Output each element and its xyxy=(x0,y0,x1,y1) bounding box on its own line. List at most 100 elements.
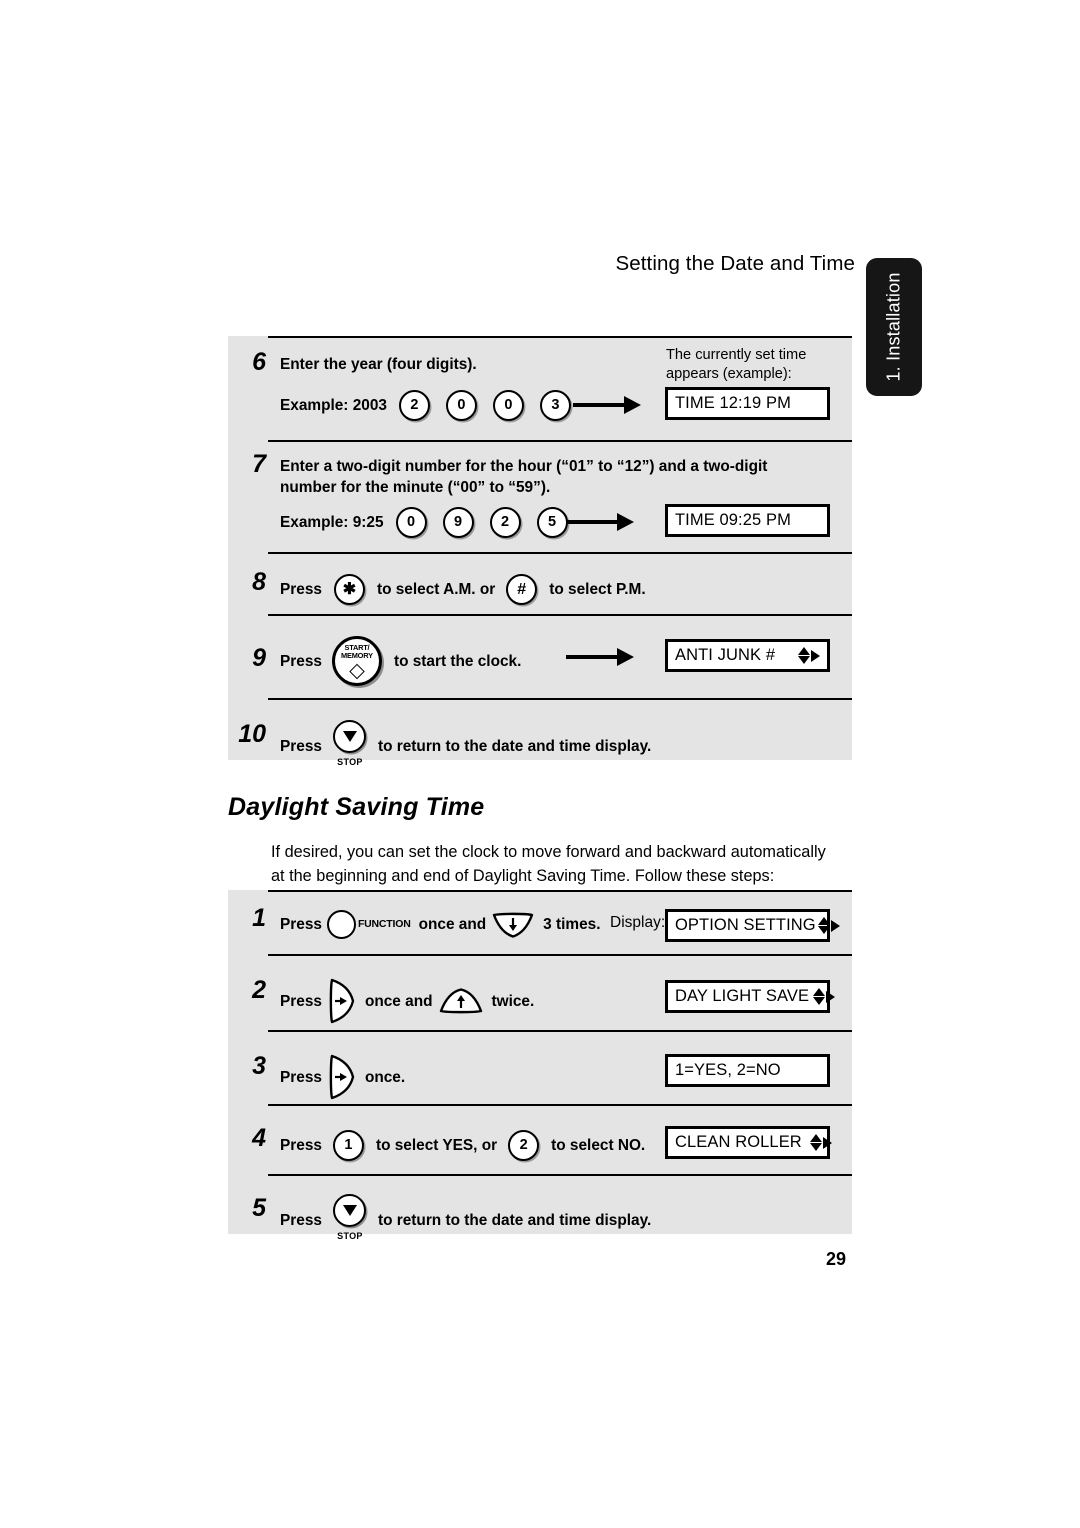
section-intro: If desired, you can set the clock to mov… xyxy=(271,840,861,888)
pm-text: to select P.M. xyxy=(549,581,646,598)
press-label: Press xyxy=(280,1068,322,1086)
lcd-display-yes-no-prompt: 1=YES, 2=NO xyxy=(665,1054,830,1087)
divider xyxy=(268,890,852,892)
lcd-scroll-indicator xyxy=(790,646,820,665)
step-number: 4 xyxy=(252,1124,266,1152)
right-arrow-icon xyxy=(830,919,840,932)
manual-page: Setting the Date and Time 1. Installatio… xyxy=(0,0,1080,1528)
stop-key-label: STOP xyxy=(337,1231,363,1241)
press-label: Press xyxy=(280,581,322,598)
keypad-key-2[interactable]: 2 xyxy=(489,507,521,538)
keypad-key-0-b[interactable]: 0 xyxy=(492,390,524,421)
running-head: Setting the Date and Time xyxy=(615,252,855,275)
right-arrow-key[interactable] xyxy=(328,978,355,1024)
step-6: 6 Enter the year (four digits). Example:… xyxy=(228,347,852,436)
stop-key-label: STOP xyxy=(337,757,363,767)
down-arrow-key[interactable] xyxy=(492,912,534,938)
keypad-key-2[interactable]: 2 xyxy=(508,1130,540,1161)
step-9: 9 Press START/MEMORY to start the clock.… xyxy=(228,622,852,698)
lcd-scroll-indicator xyxy=(816,916,840,935)
end-text: 3 times. xyxy=(543,916,601,933)
right-arrow-icon xyxy=(811,649,820,662)
am-text: to select A.M. or xyxy=(376,581,496,598)
lcd-text: ANTI JUNK # xyxy=(675,646,776,664)
step-number: 3 xyxy=(252,1052,266,1080)
step-example-row: Example: 9:25 0 9 2 5 xyxy=(280,507,573,538)
press-label: Press xyxy=(280,652,322,670)
keypad-key-1[interactable]: 1 xyxy=(332,1130,364,1161)
press-label: Press xyxy=(280,992,322,1010)
flow-arrow-icon xyxy=(566,648,634,666)
flow-arrow-icon xyxy=(566,513,634,531)
lcd-display-time-current: TIME 12:19 PM xyxy=(665,387,830,420)
chapter-thumb-tab-label: 1. Installation xyxy=(883,272,904,382)
lcd-text: DAY LIGHT SAVE xyxy=(675,987,810,1005)
end-text: once. xyxy=(364,1068,406,1086)
step-number: 1 xyxy=(252,904,266,932)
divider xyxy=(268,954,852,956)
step-text: Press STOP to return to the date and tim… xyxy=(280,1194,651,1247)
after-text: to return to the date and time display. xyxy=(377,738,652,755)
keypad-key-0-a[interactable]: 0 xyxy=(445,390,477,421)
dst-step-2: 2 Press once and twice. DAY LIGHT SAVE xyxy=(228,962,852,1034)
function-key[interactable]: FUNCTION xyxy=(326,910,411,939)
mid-text: once and xyxy=(418,916,487,933)
divider xyxy=(268,1174,852,1176)
currently-set-time-note: The currently set time appears (example)… xyxy=(666,347,807,382)
page-number: 29 xyxy=(826,1249,847,1269)
step-number: 7 xyxy=(252,450,266,478)
start-memory-line-2: MEMORY xyxy=(341,650,373,660)
step-number: 5 xyxy=(252,1194,266,1222)
divider xyxy=(268,1104,852,1106)
example-label: Example: 2003 xyxy=(280,397,387,414)
pound-key[interactable]: # xyxy=(506,574,538,605)
keypad-key-2[interactable]: 2 xyxy=(398,390,430,421)
function-key-label: FUNCTION xyxy=(357,918,411,930)
end-text: twice. xyxy=(491,992,535,1010)
lcd-text: TIME 09:25 PM xyxy=(675,511,791,529)
step-7: 7 Enter a two-digit number for the hour … xyxy=(228,450,852,562)
dst-step-4: 4 Press 1 to select YES, or 2 to select … xyxy=(228,1112,852,1178)
step-number: 8 xyxy=(252,568,266,596)
keypad-key-3[interactable]: 3 xyxy=(539,390,571,421)
up-down-arrows-icon xyxy=(813,987,826,1006)
up-arrow-key[interactable] xyxy=(439,988,483,1014)
step-text: Press ✱ to select A.M. or # to select P.… xyxy=(280,574,646,605)
intro-line-1: If desired, you can set the clock to mov… xyxy=(271,843,826,861)
press-label: Press xyxy=(280,1137,322,1154)
keypad-key-5[interactable]: 5 xyxy=(536,507,568,538)
lcd-display-option-setting: OPTION SETTING xyxy=(665,909,840,942)
keypad-key-0-a[interactable]: 0 xyxy=(395,507,427,538)
function-key-circle xyxy=(326,910,356,939)
lcd-text: 1=YES, 2=NO xyxy=(675,1061,781,1079)
up-down-arrows-icon xyxy=(809,1133,822,1152)
step-number: 2 xyxy=(252,976,266,1004)
step-number: 6 xyxy=(252,348,266,376)
step-text: Press 1 to select YES, or 2 to select NO… xyxy=(280,1130,645,1161)
stop-key[interactable]: STOP xyxy=(331,1194,369,1247)
step-text: Press once and twice. xyxy=(280,978,534,1024)
lcd-display-anti-junk: ANTI JUNK # xyxy=(665,639,830,672)
stop-key[interactable]: STOP xyxy=(331,720,369,773)
step-10: 10 Press STOP to return to the date and … xyxy=(228,706,852,767)
stop-triangle-icon xyxy=(342,731,357,742)
lcd-display-time-entered: TIME 09:25 PM xyxy=(665,504,830,537)
divider xyxy=(268,440,852,442)
chapter-thumb-tab: 1. Installation xyxy=(866,258,922,396)
divider xyxy=(268,552,852,554)
right-arrow-key[interactable] xyxy=(328,1054,355,1100)
step-number: 10 xyxy=(238,720,266,748)
start-memory-key[interactable]: START/MEMORY xyxy=(331,636,382,686)
asterisk-key[interactable]: ✱ xyxy=(333,574,365,605)
step-number: 9 xyxy=(252,644,266,672)
divider xyxy=(268,698,852,700)
mid-text: to select YES, or xyxy=(375,1137,498,1154)
lcd-display-day-light-save: DAY LIGHT SAVE xyxy=(665,980,836,1013)
lcd-text: TIME 12:19 PM xyxy=(675,394,791,412)
press-label: Press xyxy=(280,1212,322,1229)
keypad-key-9[interactable]: 9 xyxy=(442,507,474,538)
step-text: Press STOP to return to the date and tim… xyxy=(280,720,651,773)
lcd-scroll-indicator xyxy=(802,1133,832,1152)
divider xyxy=(268,336,852,338)
dst-step-3: 3 Press once. 1=YES, 2=NO xyxy=(228,1038,852,1108)
